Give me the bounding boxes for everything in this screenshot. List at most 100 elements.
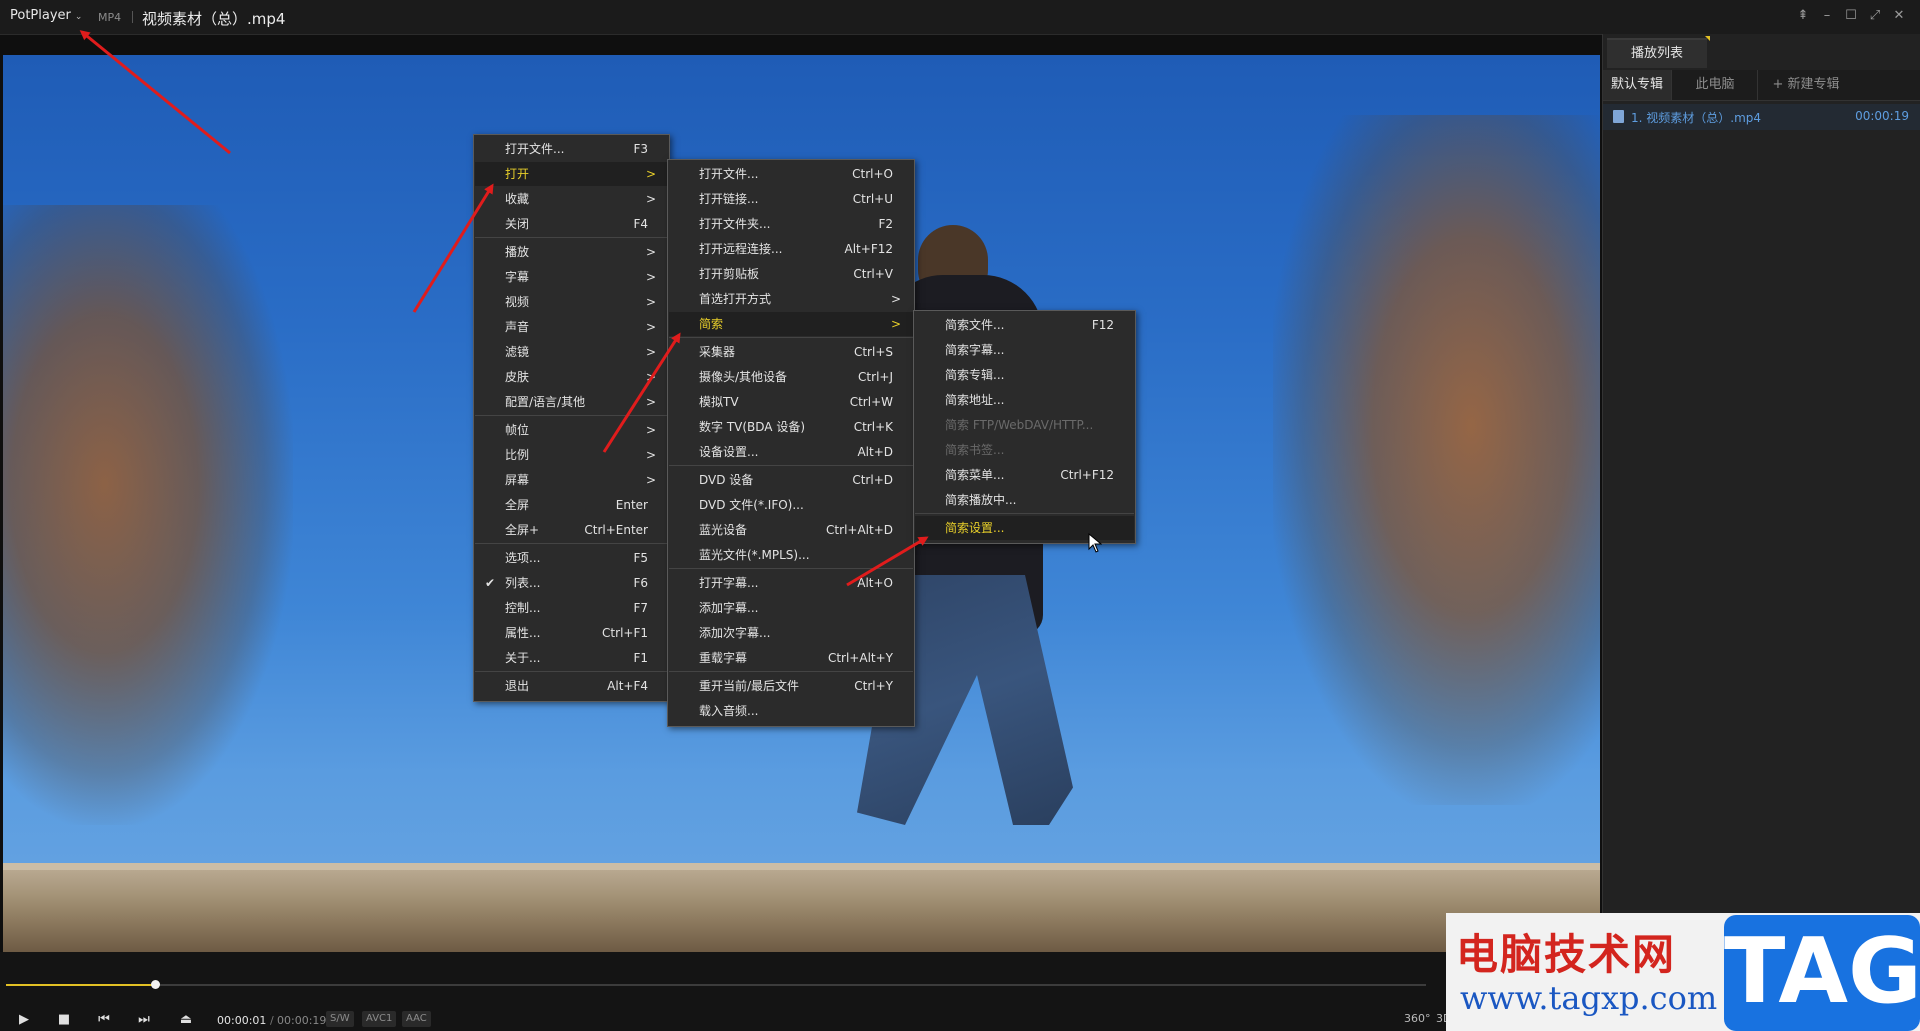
tab-default-album[interactable]: 默认专辑 bbox=[1603, 70, 1671, 100]
vr-360-button[interactable]: 360° bbox=[1404, 1012, 1431, 1025]
open-menu-item[interactable]: 简索 > bbox=[669, 312, 913, 336]
minimize-icon[interactable]: – bbox=[1818, 7, 1836, 25]
open-menu-item[interactable]: 打开远程连接... Alt+F12 bbox=[669, 237, 913, 261]
open-menu-item-label: 打开文件... bbox=[699, 167, 759, 181]
playlist-item[interactable]: 1. 视频素材（总）.mp4 00:00:19 bbox=[1603, 104, 1920, 130]
main-menu-item[interactable]: 屏幕 > bbox=[475, 468, 668, 492]
open-menu-item[interactable]: 蓝光文件(*.MPLS)... bbox=[669, 543, 913, 567]
seek-handle[interactable] bbox=[151, 980, 160, 989]
previous-icon[interactable]: ⏮ bbox=[92, 1012, 116, 1028]
open-menu-item[interactable]: 首选打开方式 > bbox=[669, 287, 913, 311]
main-menu-item[interactable]: 皮肤 > bbox=[475, 365, 668, 389]
chevron-right-icon: > bbox=[645, 320, 656, 334]
browse-menu-item: 简索 FTP/WebDAV/HTTP... bbox=[915, 413, 1134, 437]
open-menu-item[interactable]: 摄像头/其他设备 Ctrl+J bbox=[669, 365, 913, 389]
main-menu-item[interactable]: 收藏 > bbox=[475, 187, 668, 211]
current-time: 00:00:01 bbox=[217, 1014, 267, 1027]
tab-this-pc[interactable]: 此电脑 bbox=[1671, 70, 1758, 100]
open-menu-item-shortcut: Ctrl+K bbox=[853, 420, 893, 434]
open-menu-item-shortcut: Alt+F12 bbox=[844, 242, 893, 256]
file-title: 视频素材（总）.mp4 bbox=[142, 10, 286, 28]
browse-menu-item[interactable]: 简索地址... bbox=[915, 388, 1134, 412]
pin-icon[interactable]: ⇞ bbox=[1794, 7, 1812, 25]
chevron-down-icon: ⌄ bbox=[74, 12, 83, 22]
close-icon[interactable]: ✕ bbox=[1890, 7, 1908, 25]
open-menu-item[interactable]: 重载字幕 Ctrl+Alt+Y bbox=[669, 646, 913, 670]
open-menu-item[interactable]: 模拟TV Ctrl+W bbox=[669, 390, 913, 414]
main-menu-item[interactable]: 视频 > bbox=[475, 290, 668, 314]
main-menu-item-shortcut: F6 bbox=[633, 576, 648, 590]
open-menu-item-label: 打开远程连接... bbox=[699, 242, 783, 256]
watermark-site-name: 电脑技术网 bbox=[1456, 930, 1677, 979]
open-menu-item[interactable]: 蓝光设备 Ctrl+Alt+D bbox=[669, 518, 913, 542]
open-menu-item[interactable]: 打开文件夹... F2 bbox=[669, 212, 913, 236]
main-menu-item[interactable]: 播放 > bbox=[475, 240, 668, 264]
main-menu-item[interactable]: 选项... F5 bbox=[475, 546, 668, 570]
open-menu-item-label: DVD 文件(*.IFO)... bbox=[699, 498, 804, 512]
main-menu-item[interactable]: 属性... Ctrl+F1 bbox=[475, 621, 668, 645]
main-menu-item[interactable]: ✔ 列表... F6 bbox=[475, 571, 668, 595]
watermark-logo: TAG bbox=[1724, 915, 1920, 1031]
title-bar: PotPlayer ⌄ MP4 视频素材（总）.mp4 ⇞ – ☐ ⤢ ✕ bbox=[0, 0, 1920, 35]
open-menu-item-label: 摄像头/其他设备 bbox=[699, 370, 788, 384]
open-menu-item[interactable]: 打开链接... Ctrl+U bbox=[669, 187, 913, 211]
open-menu-item-shortcut: Ctrl+J bbox=[858, 370, 893, 384]
open-menu-item[interactable]: 采集器 Ctrl+S bbox=[669, 340, 913, 364]
decoder-badge[interactable]: S/W bbox=[326, 1011, 354, 1027]
main-menu-item[interactable]: 退出 Alt+F4 bbox=[475, 674, 668, 698]
open-menu-item[interactable]: 添加次字幕... bbox=[669, 621, 913, 645]
new-album-button[interactable]: + 新建专辑 bbox=[1757, 70, 1854, 100]
open-menu-item[interactable]: DVD 设备 Ctrl+D bbox=[669, 468, 913, 492]
browse-menu-item[interactable]: 简索播放中... bbox=[915, 488, 1134, 512]
open-menu-item[interactable]: 载入音频... bbox=[669, 699, 913, 723]
main-menu-item[interactable]: 打开 > bbox=[475, 162, 668, 186]
chevron-right-icon: > bbox=[645, 473, 656, 487]
browse-menu-item[interactable]: 简索菜单... Ctrl+F12 bbox=[915, 463, 1134, 487]
open-menu-item-label: 首选打开方式 bbox=[699, 292, 772, 306]
browse-menu-item[interactable]: 简索字幕... bbox=[915, 338, 1134, 362]
main-menu-item[interactable]: 关于... F1 bbox=[475, 646, 668, 670]
video-tree-left bbox=[3, 205, 293, 825]
main-menu-item[interactable]: 控制... F7 bbox=[475, 596, 668, 620]
watermark-url: www.tagxp.com bbox=[1460, 979, 1718, 1017]
open-menu-item[interactable]: 重开当前/最后文件 Ctrl+Y bbox=[669, 674, 913, 698]
open-menu-item[interactable]: 数字 TV(BDA 设备) Ctrl+K bbox=[669, 415, 913, 439]
main-menu-item[interactable]: 滤镜 > bbox=[475, 340, 668, 364]
main-menu-item[interactable]: 配置/语言/其他 > bbox=[475, 390, 668, 414]
open-menu-item[interactable]: 打开剪贴板 Ctrl+V bbox=[669, 262, 913, 286]
seek-bar[interactable] bbox=[6, 984, 1426, 986]
open-menu-item[interactable]: DVD 文件(*.IFO)... bbox=[669, 493, 913, 517]
app-menu-button[interactable]: PotPlayer ⌄ bbox=[10, 8, 82, 23]
eject-icon[interactable]: ⏏ bbox=[174, 1012, 198, 1028]
open-menu-item[interactable]: 添加字幕... bbox=[669, 596, 913, 620]
main-menu-item-label: 关闭 bbox=[505, 217, 530, 231]
browse-menu-item[interactable]: 简索文件... F12 bbox=[915, 313, 1134, 337]
audio-codec-badge[interactable]: AAC bbox=[402, 1011, 431, 1027]
fullscreen-icon[interactable]: ⤢ bbox=[1866, 7, 1884, 25]
main-menu-item-label: 配置/语言/其他 bbox=[505, 395, 586, 409]
main-menu-item[interactable]: 帧位 > bbox=[475, 418, 668, 442]
main-menu-item[interactable]: 打开文件... F3 bbox=[475, 137, 668, 161]
chevron-right-icon: > bbox=[645, 448, 656, 462]
open-menu-item[interactable]: 打开文件... Ctrl+O bbox=[669, 162, 913, 186]
next-icon[interactable]: ⏭ bbox=[132, 1012, 156, 1028]
chevron-right-icon: > bbox=[890, 292, 901, 306]
main-menu-item[interactable]: 全屏 Enter bbox=[475, 493, 668, 517]
open-menu-item[interactable]: 打开字幕... Alt+O bbox=[669, 571, 913, 595]
open-menu-item[interactable]: 设备设置... Alt+D bbox=[669, 440, 913, 464]
main-menu-item[interactable]: 声音 > bbox=[475, 315, 668, 339]
chevron-right-icon: > bbox=[645, 345, 656, 359]
main-menu-item[interactable]: 全屏+ Ctrl+Enter bbox=[475, 518, 668, 542]
play-icon[interactable]: ▶ bbox=[12, 1012, 36, 1028]
watermark: 电脑技术网 www.tagxp.com TAG bbox=[1446, 913, 1920, 1031]
maximize-icon[interactable]: ☐ bbox=[1842, 7, 1860, 25]
tab-playlist[interactable]: 播放列表 bbox=[1607, 38, 1707, 68]
stop-icon[interactable]: ■ bbox=[52, 1012, 76, 1028]
main-menu-item[interactable]: 字幕 > bbox=[475, 265, 668, 289]
main-menu-item[interactable]: 比例 > bbox=[475, 443, 668, 467]
main-menu-item[interactable]: 关闭 F4 bbox=[475, 212, 668, 236]
open-menu-item-shortcut: Ctrl+D bbox=[852, 473, 893, 487]
open-menu-item-label: 设备设置... bbox=[699, 445, 759, 459]
browse-menu-item[interactable]: 简索专辑... bbox=[915, 363, 1134, 387]
video-codec-badge[interactable]: AVC1 bbox=[362, 1011, 397, 1027]
